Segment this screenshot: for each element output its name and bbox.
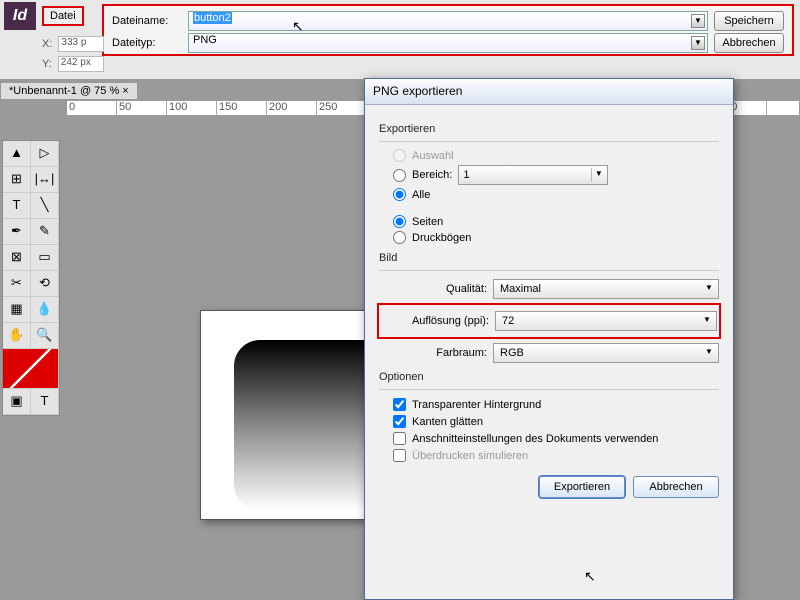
label-spreads: Druckbögen xyxy=(412,232,471,244)
range-select[interactable]: 1▼ xyxy=(458,165,608,185)
options-group-label: Optionen xyxy=(379,371,719,383)
rect-tool-icon[interactable]: ▭ xyxy=(31,245,59,270)
direct-select-tool-icon[interactable]: ▷ xyxy=(31,141,59,166)
chevron-down-icon[interactable]: ▼ xyxy=(591,168,605,182)
quality-label: Qualität: xyxy=(379,283,487,295)
toolbox: ▲▷ ⊞|↔| T╲ ✒✎ ⊠▭ ✂⟲ ▦💧 ✋🔍 ▣T xyxy=(2,140,60,416)
eyedropper-tool-icon[interactable]: 💧 xyxy=(31,297,59,322)
quality-select[interactable]: Maximal▼ xyxy=(493,279,719,299)
label-range: Bereich: xyxy=(412,169,452,181)
file-save-bar: Dateiname: button2▼ Speichern Dateityp: … xyxy=(102,4,794,56)
save-button[interactable]: Speichern xyxy=(714,11,784,31)
label-antialias: Kanten glätten xyxy=(412,416,483,428)
colorspace-label: Farbraum: xyxy=(379,347,487,359)
menu-file[interactable]: Datei xyxy=(42,6,84,26)
format-container-icon[interactable]: ▣ xyxy=(3,389,31,414)
resolution-highlight: Auflösung (ppi): 72▼ xyxy=(377,303,721,339)
label-all: Alle xyxy=(412,189,430,201)
export-group-label: Exportieren xyxy=(379,123,719,135)
radio-selection xyxy=(393,149,406,162)
label-selection: Auswahl xyxy=(412,150,454,162)
x-coord[interactable]: 333 p xyxy=(58,36,104,52)
pencil-tool-icon[interactable]: ✎ xyxy=(31,219,59,244)
hand-tool-icon[interactable]: ✋ xyxy=(3,323,31,348)
y-coord[interactable]: 242 px xyxy=(58,56,104,72)
filetype-label: Dateityp: xyxy=(112,37,182,49)
gradient-tool-icon[interactable]: ▦ xyxy=(3,297,31,322)
rect-frame-tool-icon[interactable]: ⊠ xyxy=(3,245,31,270)
radio-spreads[interactable] xyxy=(393,231,406,244)
pen-tool-icon[interactable]: ✒ xyxy=(3,219,31,244)
label-bleed: Anschnitteinstellungen des Dokuments ver… xyxy=(412,433,658,445)
scissors-tool-icon[interactable]: ✂ xyxy=(3,271,31,296)
chevron-down-icon[interactable]: ▼ xyxy=(702,282,716,296)
filename-label: Dateiname: xyxy=(112,15,182,27)
chevron-down-icon[interactable]: ▼ xyxy=(691,14,705,28)
chevron-down-icon[interactable]: ▼ xyxy=(702,346,716,360)
filename-input[interactable]: button2▼ xyxy=(188,11,708,31)
png-export-dialog: PNG exportieren Exportieren Auswahl Bere… xyxy=(364,78,734,600)
format-text-icon[interactable]: T xyxy=(31,389,59,414)
cancel-button[interactable]: Abbrechen xyxy=(714,33,784,53)
colorspace-select[interactable]: RGB▼ xyxy=(493,343,719,363)
export-button[interactable]: Exportieren xyxy=(539,476,625,498)
resolution-select[interactable]: 72▼ xyxy=(495,311,717,331)
type-tool-icon[interactable]: T xyxy=(3,193,31,218)
chk-bleed[interactable] xyxy=(393,432,406,445)
selection-tool-icon[interactable]: ▲ xyxy=(3,141,31,166)
chk-transparent[interactable] xyxy=(393,398,406,411)
chk-overprint[interactable] xyxy=(393,449,406,462)
transform-tool-icon[interactable]: ⟲ xyxy=(31,271,59,296)
fill-stroke-icon[interactable] xyxy=(3,349,59,388)
dialog-title: PNG exportieren xyxy=(365,79,733,105)
line-tool-icon[interactable]: ╲ xyxy=(31,193,59,218)
filetype-select[interactable]: PNG▼ xyxy=(188,33,708,53)
coord-readout-y: Y:242 px xyxy=(42,56,104,72)
chevron-down-icon[interactable]: ▼ xyxy=(700,314,714,328)
radio-all[interactable] xyxy=(393,188,406,201)
radio-range[interactable] xyxy=(393,169,406,182)
top-bar: Id Datei Dateiname: button2▼ Speichern D… xyxy=(0,0,800,80)
label-pages: Seiten xyxy=(412,216,443,228)
chevron-down-icon[interactable]: ▼ xyxy=(691,36,705,50)
label-overprint: Überdrucken simulieren xyxy=(412,450,528,462)
app-logo: Id xyxy=(4,2,36,30)
dialog-cancel-button[interactable]: Abbrechen xyxy=(633,476,719,498)
resolution-label: Auflösung (ppi): xyxy=(381,315,489,327)
label-transparent: Transparenter Hintergrund xyxy=(412,399,541,411)
coord-readout: X:333 p xyxy=(42,36,104,52)
gap-tool-icon[interactable]: |↔| xyxy=(31,167,59,192)
radio-pages[interactable] xyxy=(393,215,406,228)
image-group-label: Bild xyxy=(379,252,719,264)
document-tab[interactable]: *Unbenannt-1 @ 75 % × xyxy=(0,82,138,100)
page-tool-icon[interactable]: ⊞ xyxy=(3,167,31,192)
chk-antialias[interactable] xyxy=(393,415,406,428)
zoom-tool-icon[interactable]: 🔍 xyxy=(31,323,59,348)
